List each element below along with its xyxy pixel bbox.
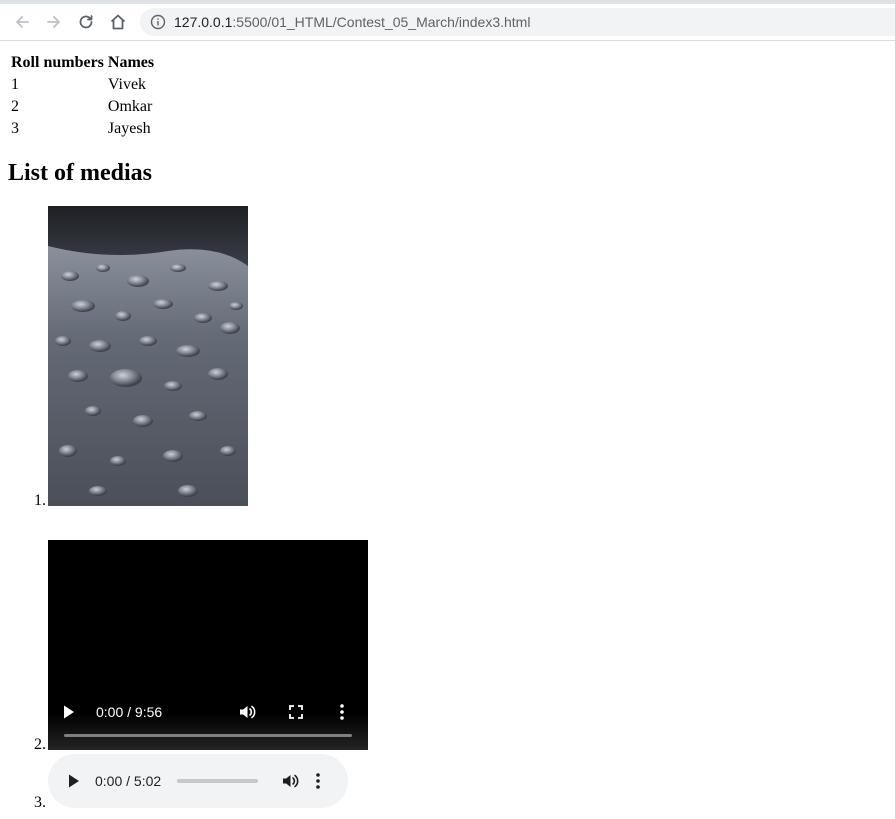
fullscreen-icon[interactable] — [287, 703, 305, 726]
list-marker: 2. — [34, 736, 46, 753]
video-timeline[interactable] — [64, 734, 352, 737]
table-row: 1 Vivek — [10, 75, 155, 95]
name-cell: Omkar — [107, 98, 153, 115]
tab-strip — [0, 0, 895, 4]
list-marker: 1. — [34, 492, 46, 509]
list-marker: 3. — [34, 794, 46, 811]
water-droplets-image — [48, 206, 248, 506]
roll-number-cell: 1 — [11, 76, 19, 93]
name-cell: Vivek — [107, 76, 147, 93]
media-list-heading: List of medias — [8, 160, 152, 186]
video-player[interactable]: 0:00 / 9:56 — [48, 540, 368, 750]
video-time: 0:00 / 9:56 — [96, 704, 163, 720]
video-controls: 0:00 / 9:56 — [48, 690, 368, 750]
play-icon[interactable] — [67, 773, 81, 794]
name-cell: Jayesh — [107, 120, 151, 137]
address-bar[interactable]: 127.0.0.1:5500/01_HTML/Contest_05_March/… — [140, 8, 895, 36]
browser-toolbar: 127.0.0.1:5500/01_HTML/Contest_05_March/… — [0, 0, 895, 41]
url-host: 127.0.0.1 — [174, 14, 233, 30]
roll-number-cell: 3 — [11, 120, 19, 137]
reload-icon[interactable] — [74, 10, 98, 34]
url-path: :5500/01_HTML/Contest_05_March/index3.ht… — [232, 14, 531, 30]
audio-time: 0:00 / 5:02 — [95, 773, 162, 789]
table-header-row: Roll numbers Names — [10, 53, 155, 73]
audio-timeline[interactable] — [177, 779, 258, 783]
column-header-names: Names — [107, 54, 155, 71]
back-arrow-icon[interactable] — [10, 10, 34, 34]
audio-player[interactable]: 0:00 / 5:02 — [48, 754, 348, 808]
more-options-icon[interactable] — [314, 771, 322, 796]
column-header-roll-numbers: Roll numbers — [11, 54, 104, 71]
volume-icon[interactable] — [280, 771, 300, 796]
table-row: 3 Jayesh — [10, 119, 155, 139]
forward-arrow-icon[interactable] — [42, 10, 66, 34]
url-text[interactable]: 127.0.0.1:5500/01_HTML/Contest_05_March/… — [174, 13, 530, 31]
info-icon[interactable] — [150, 14, 166, 30]
table-row: 2 Omkar — [10, 97, 155, 117]
play-icon[interactable] — [62, 704, 76, 725]
volume-icon[interactable] — [237, 702, 257, 727]
home-icon[interactable] — [106, 10, 130, 34]
students-table: Roll numbers Names 1 Vivek 2 Omkar 3 Jay… — [8, 51, 157, 141]
roll-number-cell: 2 — [11, 98, 19, 115]
more-options-icon[interactable] — [338, 702, 346, 727]
